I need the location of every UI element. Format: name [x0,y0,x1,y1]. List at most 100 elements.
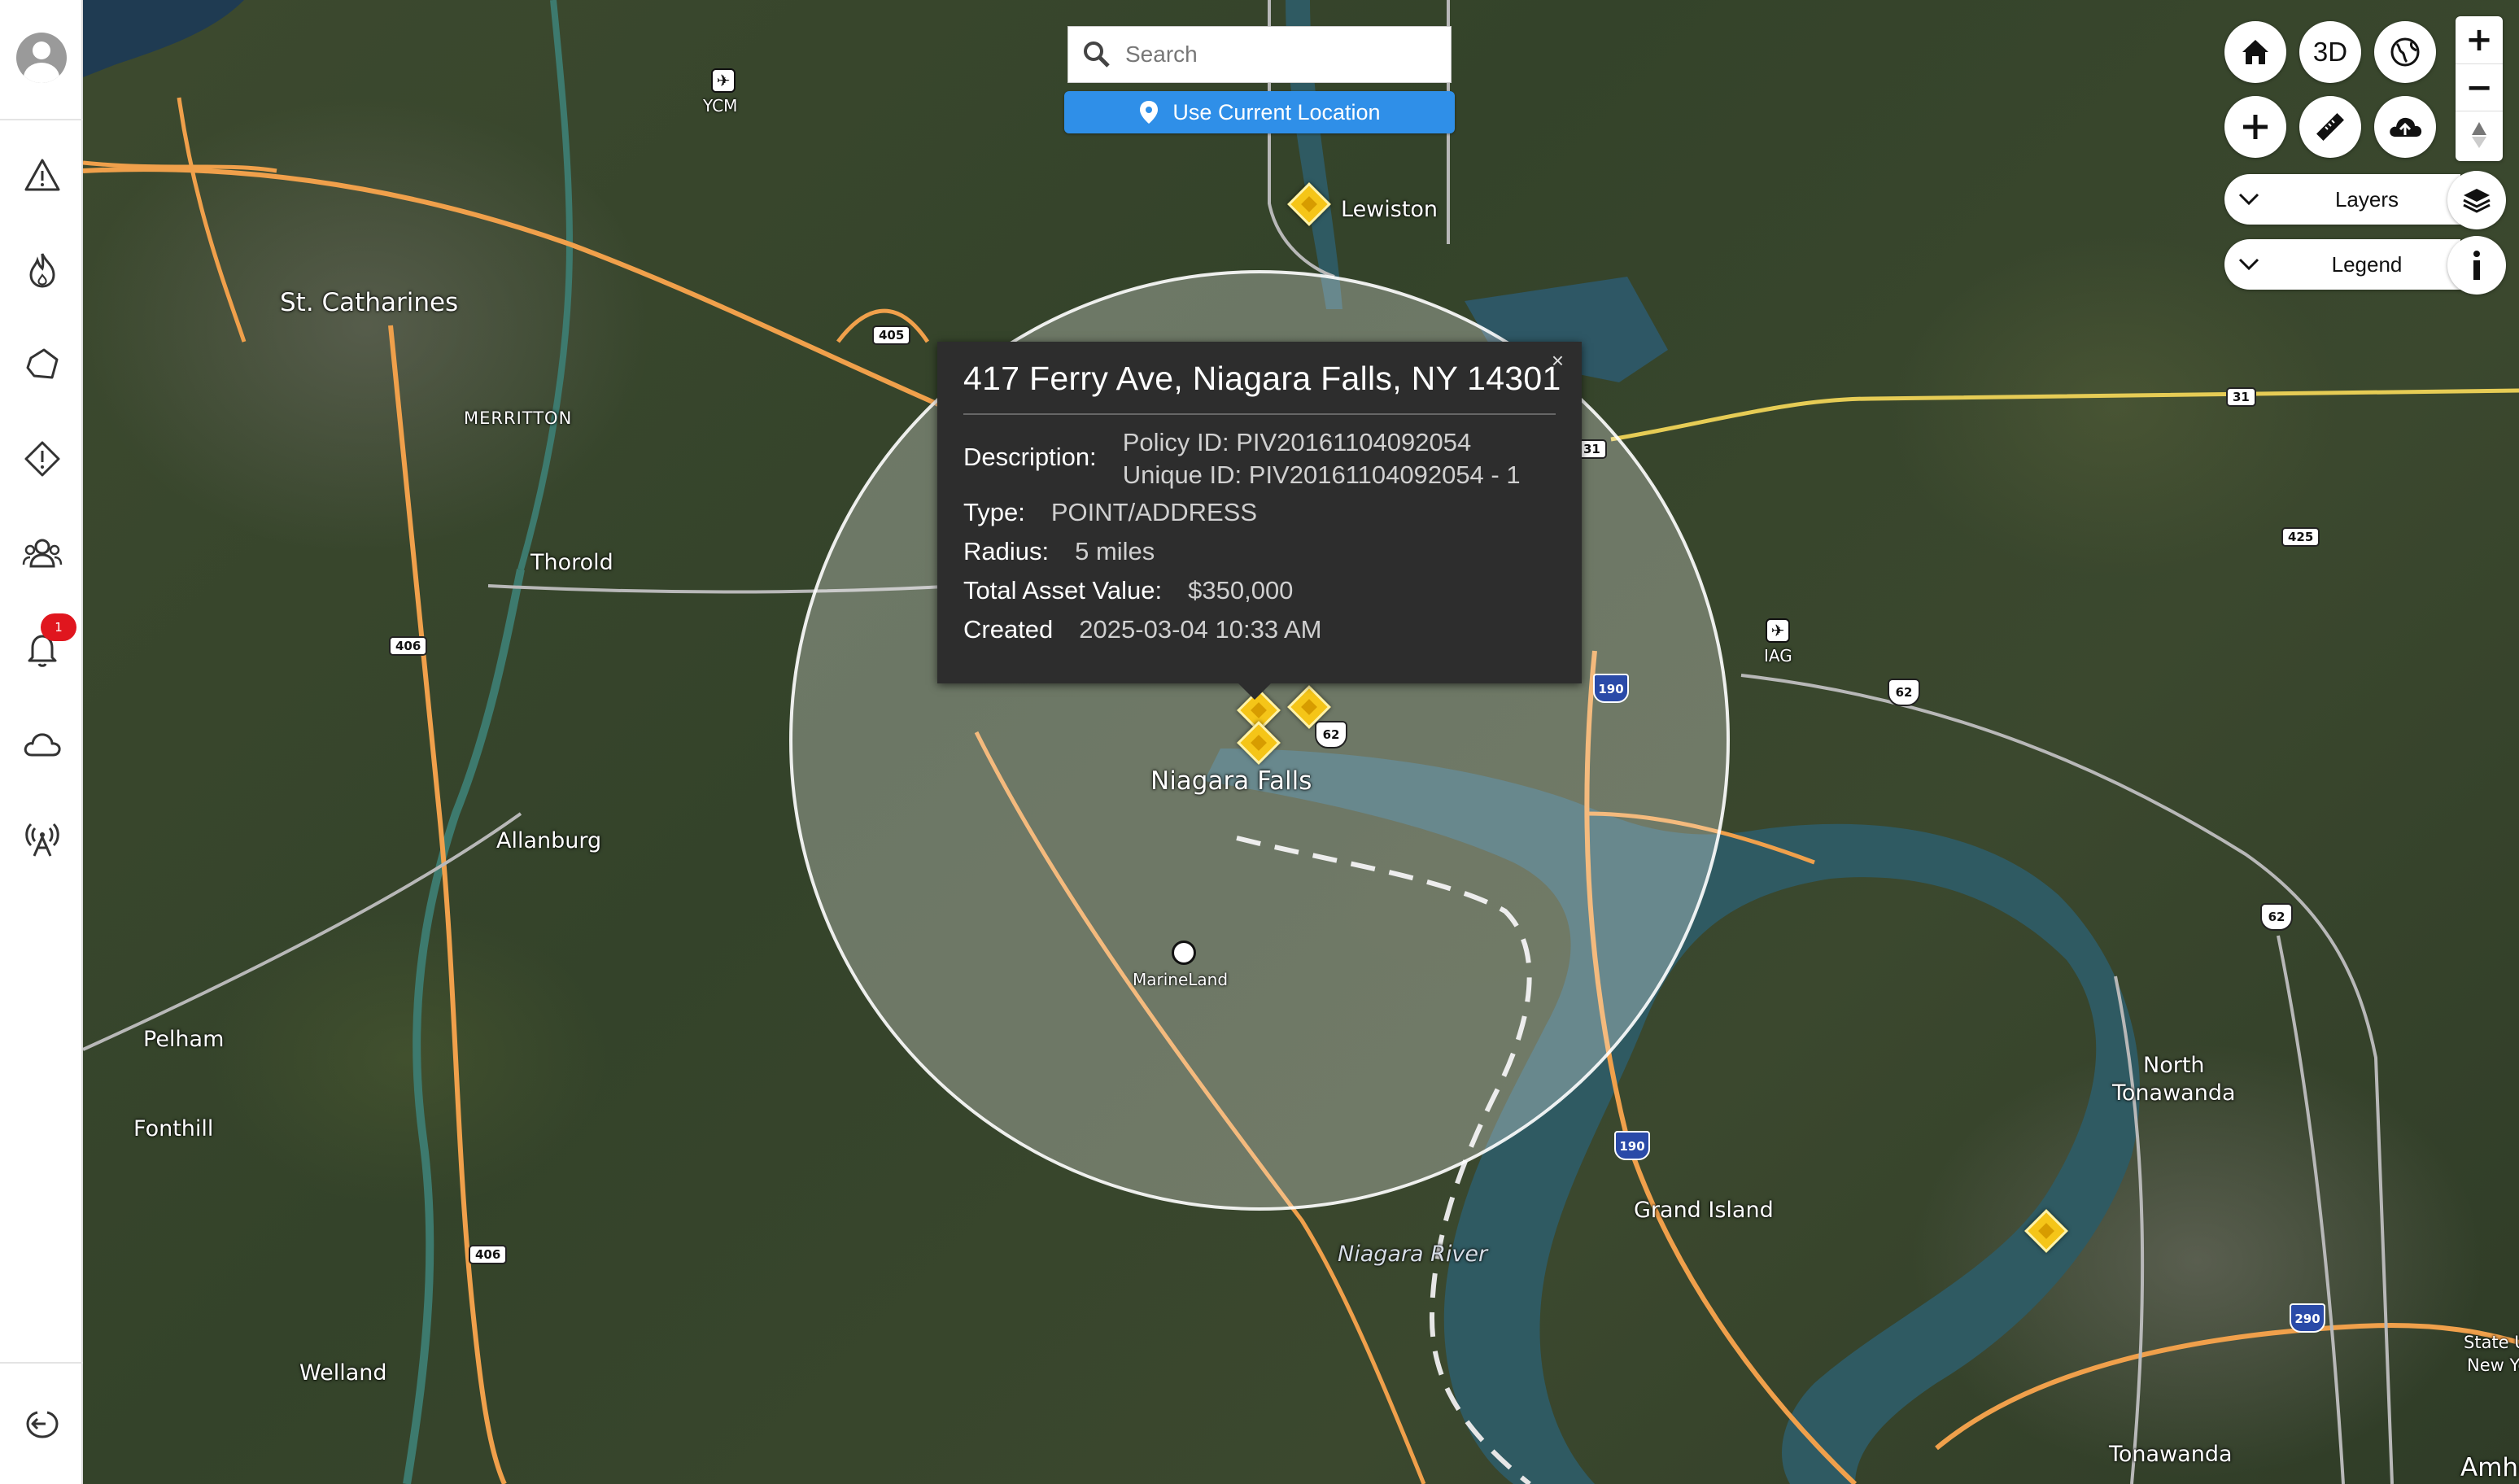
place-st-catharines: St. Catharines [280,288,459,317]
map-canvas[interactable]: St. Catharines MERRITTON Thorold Allanbu… [0,0,2519,1484]
chevron-down-icon [2224,258,2273,271]
location-pin-icon [1140,101,1159,124]
place-north-tonawanda-line2: Tonawanda [2112,1080,2236,1106]
created-label: Created [963,615,1054,644]
place-tonawanda: Tonawanda [2109,1442,2233,1467]
popup-radius-row: Radius: 5 miles [963,537,1155,566]
interstate-shield-190: 190 [1593,674,1629,703]
route-shield-405: 405 [872,325,911,345]
type-label: Type: [963,498,1025,526]
zoom-in-button[interactable]: + [2456,16,2503,63]
avatar[interactable] [16,33,67,83]
place-niagara-falls: Niagara Falls [1150,766,1312,796]
notification-badge: 1 [41,613,76,641]
us-shield-62: 62 [1315,721,1347,749]
landmark-icon [1172,941,1196,965]
search-input[interactable] [1125,41,1434,68]
airport-ycm-label: YCM [703,96,738,116]
globe-button[interactable] [2374,21,2436,83]
use-current-location-button[interactable]: Use Current Location [1064,91,1455,133]
radius-value: 5 miles [1075,537,1155,565]
place-amherst: Amher [2460,1453,2519,1482]
zoom-control: + − [2456,16,2503,161]
warning-icon[interactable] [20,153,65,199]
group-icon[interactable] [20,530,65,576]
popup-asset-row: Total Asset Value: $350,000 [963,576,1293,605]
use-current-location-label: Use Current Location [1172,99,1381,124]
upload-button[interactable] [2374,96,2436,158]
search-box[interactable] [1067,26,1452,83]
place-allanburg: Allanburg [496,828,602,853]
place-thorold: Thorold [530,550,613,575]
layers-icon [2463,189,2491,213]
globe-icon [2390,37,2420,67]
cloud-upload-icon [2390,117,2422,137]
home-icon [2242,40,2268,64]
route-shield-425: 425 [2281,527,2320,547]
region-icon[interactable] [20,342,65,387]
location-popup: × 417 Ferry Ave, Niagara Falls, NY 14301… [937,342,1582,700]
cloud-icon[interactable] [20,721,65,766]
airport-icon: ✈ [711,68,736,93]
alert-icon[interactable] [20,436,65,482]
asset-value-label: Total Asset Value: [963,576,1163,605]
legend-button[interactable] [2447,236,2506,295]
radius-label: Radius: [963,537,1050,565]
place-state-university-line2: New Yo [2467,1355,2519,1375]
layers-label: Layers [2334,186,2399,212]
place-grand-island: Grand Island [1634,1198,1774,1223]
logout-icon[interactable] [20,1401,65,1447]
created-value: 2025-03-04 10:33 AM [1079,615,1322,644]
popup-created-row: Created 2025-03-04 10:33 AM [963,615,1321,644]
asset-value: $350,000 [1188,576,1294,605]
home-button[interactable] [2224,21,2286,83]
3d-toggle-button[interactable]: 3D [2299,21,2361,83]
place-lewiston: Lewiston [1341,197,1438,222]
description-label: Description: [963,443,1097,471]
layers-dropdown[interactable]: Layers [2224,174,2460,225]
place-north-tonawanda-line1: North [2143,1053,2205,1078]
divider [963,413,1556,415]
route-shield-406: 406 [389,636,428,656]
measure-button[interactable] [2299,96,2361,158]
type-value: POINT/ADDRESS [1050,498,1258,526]
place-pelham: Pelham [143,1027,225,1052]
add-button[interactable] [2224,96,2286,158]
3d-label: 3D [2312,37,2348,67]
legend-dropdown[interactable]: Legend [2224,239,2460,290]
interstate-shield-290: 290 [2290,1303,2325,1333]
place-marineland: MarineLand [1133,970,1229,989]
us-shield-62: 62 [1888,679,1920,706]
antenna-icon[interactable] [20,817,65,862]
place-niagara-river: Niagara River [1338,1242,1488,1267]
airport-icon: ✈ [1766,618,1790,643]
place-welland: Welland [299,1360,387,1386]
legend-label: Legend [2331,251,2403,277]
layers-button[interactable] [2447,171,2506,229]
place-fonthill: Fonthill [133,1116,214,1141]
popup-title: 417 Ferry Ave, Niagara Falls, NY 14301 [963,360,1561,397]
plus-icon [2243,115,2268,139]
compass-button[interactable] [2456,111,2503,158]
unique-id-value: Unique ID: PIV20161104092054 - 1 [1122,460,1521,489]
fire-icon[interactable] [20,247,65,293]
zoom-out-button[interactable]: − [2456,63,2503,111]
ruler-icon [2316,113,2344,141]
popup-pointer [1237,682,1273,700]
place-merritton: MERRITTON [464,408,573,428]
info-icon [2473,251,2480,280]
divider [0,119,83,120]
route-shield-406: 406 [469,1245,508,1264]
compass-icon [2472,121,2486,148]
chevron-down-icon [2224,193,2273,206]
place-state-university-line1: State U [2464,1333,2519,1352]
search-icon [1068,26,1125,83]
policy-id-value: Policy ID: PIV20161104092054 [1122,428,1472,456]
route-shield-31: 31 [2226,387,2256,407]
airport-iag-label: IAG [1764,646,1792,666]
popup-description-row: Description: Policy ID: PIV2016110409205… [963,426,1521,491]
sidebar: 1 [0,0,83,1484]
divider [0,1362,83,1364]
us-shield-62: 62 [2260,903,2293,931]
popup-type-row: Type: POINT/ADDRESS [963,498,1257,527]
